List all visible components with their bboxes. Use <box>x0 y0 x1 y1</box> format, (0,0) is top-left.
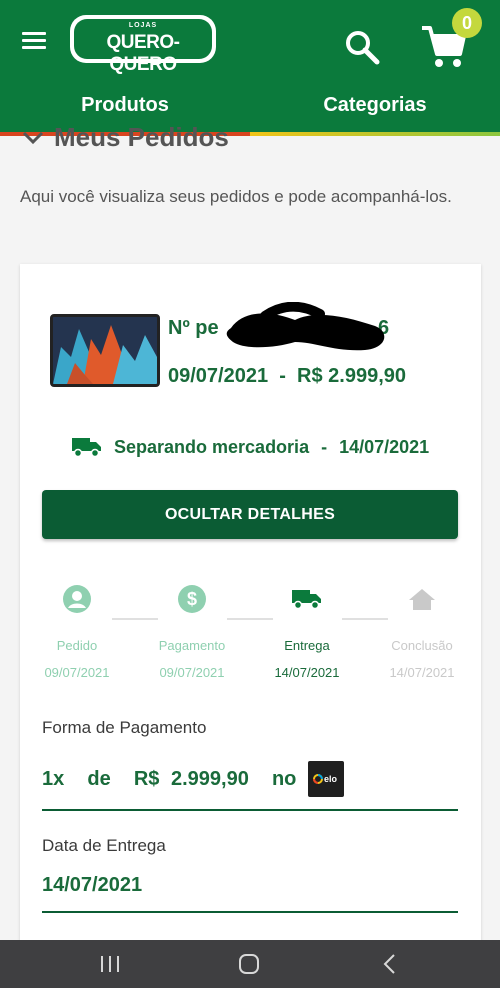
card-brand-label: elo <box>324 774 338 784</box>
payment-amount: R$ 2.999,90 <box>133 767 249 790</box>
step-date: 14/07/2021 <box>389 665 455 680</box>
dollar-icon: $ <box>178 585 206 613</box>
truck-icon <box>72 438 101 458</box>
order-progress: Pedido 09/07/2021 $ Pagamento 09/07/2021 <box>20 582 481 682</box>
hamburger-menu-icon[interactable] <box>22 30 48 50</box>
step-label: Conclusão <box>391 638 453 653</box>
delivery-date: 14/07/2021 <box>42 874 143 896</box>
logo-text: QUERO-QUERO <box>106 32 181 75</box>
step-conclusao: Conclusão 14/07/2021 <box>372 582 472 680</box>
person-icon <box>63 585 91 613</box>
payment-no: no <box>271 767 297 790</box>
elo-card-icon: elo <box>308 761 345 797</box>
step-pedido: Pedido 09/07/2021 <box>27 582 127 680</box>
section-title-wrap: Meus Pedidos <box>22 122 229 152</box>
payment-divider <box>42 809 458 811</box>
home-button-icon[interactable] <box>237 952 261 976</box>
status-text: Separando mercadoria <box>114 436 310 457</box>
status-separator: - <box>321 436 328 457</box>
step-pagamento: $ Pagamento 09/07/2021 <box>142 582 242 680</box>
order-separator: - <box>279 365 286 387</box>
order-date: 09/07/2021 <box>168 365 269 387</box>
page-intro: Aqui você visualiza seus pedidos e pode … <box>20 187 452 206</box>
status-date: 14/07/2021 <box>339 436 430 457</box>
delivery-divider <box>42 911 458 913</box>
hide-details-button[interactable]: OCULTAR DETALHES <box>42 490 458 539</box>
step-date: 14/07/2021 <box>274 665 340 680</box>
svg-text:$: $ <box>187 589 197 609</box>
truck-icon <box>292 590 321 610</box>
logo-subtitle: LOJAS <box>128 22 158 29</box>
step-entrega: Entrega 14/07/2021 <box>257 582 357 680</box>
page-title: Meus Pedidos <box>54 122 229 152</box>
order-status: Separando mercadoria - 14/07/2021 <box>72 436 429 458</box>
chevron-down-icon[interactable] <box>22 131 44 145</box>
system-navigation-bar <box>0 940 500 988</box>
tab-indicator-active <box>250 132 500 136</box>
search-icon[interactable] <box>342 27 382 67</box>
order-summary: 09/07/2021 - R$ 2.999,90 <box>168 365 406 388</box>
redaction-scribble <box>226 302 385 351</box>
app-header: LOJAS QUERO-QUERO 0 Produtos Categorias <box>0 0 500 136</box>
home-icon <box>409 589 435 610</box>
step-date: 09/07/2021 <box>159 665 225 680</box>
tab-categorias[interactable]: Categorias <box>250 88 500 128</box>
order-total: R$ 2.999,90 <box>297 365 407 387</box>
product-image[interactable] <box>50 314 160 387</box>
step-label: Pedido <box>56 638 98 653</box>
order-number-prefix: Nº pe <box>168 317 219 339</box>
payment-de: de <box>87 767 111 790</box>
payment-details: 1x de R$ 2.999,90 no elo <box>42 761 345 797</box>
step-label: Entrega <box>284 638 330 653</box>
delivery-label: Data de Entrega <box>42 836 166 855</box>
recent-apps-icon[interactable] <box>98 952 122 976</box>
payment-label: Forma de Pagamento <box>42 718 207 737</box>
back-icon[interactable] <box>378 952 402 976</box>
cart-count-badge: 0 <box>452 8 482 38</box>
payment-installments: 1x <box>42 767 65 790</box>
step-label: Pagamento <box>158 638 226 653</box>
step-date: 09/07/2021 <box>44 665 110 680</box>
order-card: Nº pe 6 09/07/2021 - R$ 2.999,90 Separan… <box>20 264 481 964</box>
store-logo[interactable]: LOJAS QUERO-QUERO <box>70 15 216 75</box>
